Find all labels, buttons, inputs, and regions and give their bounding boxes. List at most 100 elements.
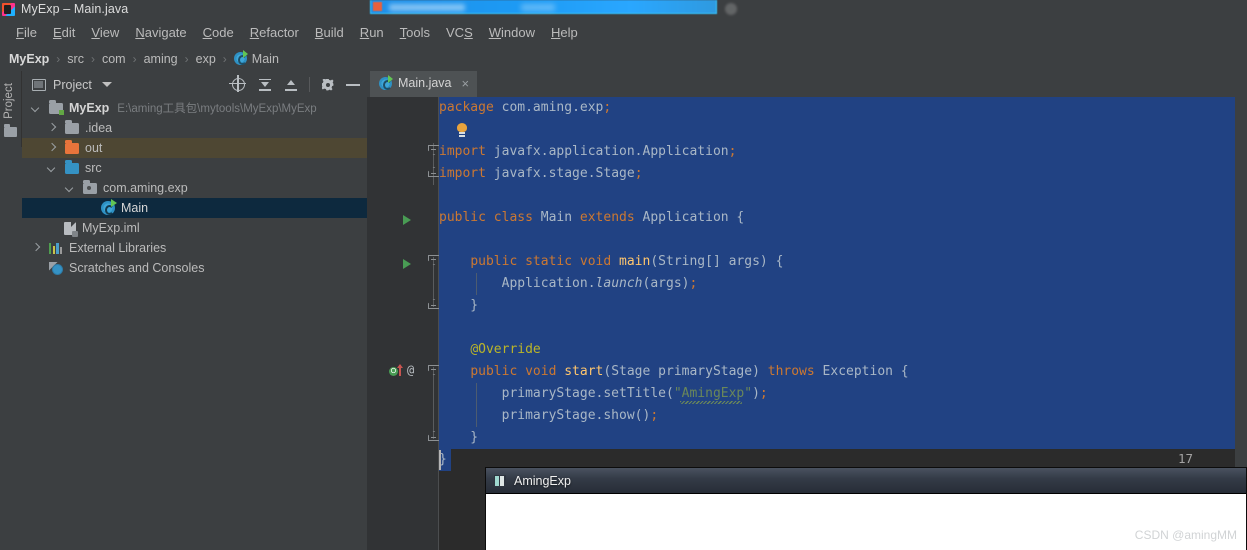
javafx-window-titlebar: AmingExp — [486, 468, 1246, 493]
fold-toggle-icon[interactable] — [428, 255, 439, 266]
text-caret — [439, 450, 441, 470]
tool-window-button-project[interactable]: Project — [3, 74, 19, 128]
close-icon[interactable]: × — [462, 77, 470, 90]
menu-item-build[interactable]: Build — [307, 23, 352, 42]
locate-icon[interactable] — [231, 77, 247, 93]
window-title: MyExp – Main.java — [21, 2, 128, 16]
annotation-marker-icon: @ — [407, 363, 414, 377]
breadcrumb-separator: › — [185, 52, 189, 66]
tree-node-main[interactable]: Main — [22, 198, 367, 218]
breadcrumb-item-main[interactable]: Main — [252, 52, 279, 66]
left-tool-strip: Project — [0, 71, 22, 550]
menu-item-refactor[interactable]: Refactor — [242, 23, 307, 42]
tree-node-scratches[interactable]: Scratches and Consoles — [22, 258, 367, 278]
editor-tab-main-java[interactable]: Main.java × — [370, 71, 477, 97]
blurred-overlay-panel — [370, 0, 717, 14]
tree-label: MyExp.iml — [82, 221, 140, 235]
hide-icon[interactable] — [345, 77, 361, 93]
chevron-down-icon[interactable] — [64, 183, 75, 194]
tree-label: .idea — [85, 121, 112, 135]
code-line-10: } — [439, 295, 478, 317]
menu-bar[interactable]: File Edit View Navigate Code Refactor Bu… — [0, 18, 1247, 46]
java-class-icon — [234, 52, 247, 65]
editor-tab-label: Main.java — [398, 76, 452, 90]
project-panel-header: Project — [22, 71, 367, 98]
blurred-round-icon — [725, 3, 737, 15]
java-class-icon — [379, 77, 392, 90]
menu-item-help[interactable]: Help — [543, 23, 586, 42]
breadcrumb-item-myexp[interactable]: MyExp — [9, 52, 49, 66]
tree-node-myexp[interactable]: MyExp E:\aming工具包\mytools\MyExp\MyExp — [22, 98, 367, 118]
breadcrumb-separator: › — [223, 52, 227, 66]
collapse-all-icon[interactable] — [283, 77, 299, 93]
run-arrow-icon[interactable] — [403, 259, 411, 269]
fold-toggle-icon[interactable] — [428, 167, 439, 178]
chevron-down-icon[interactable] — [30, 103, 41, 114]
code-line-8: public static void main(String[] args) { — [439, 251, 783, 273]
tree-label: External Libraries — [69, 241, 166, 255]
breadcrumb-item-src[interactable]: src — [67, 52, 84, 66]
blurred-orange-marker — [373, 2, 382, 11]
editor-gutter[interactable] — [367, 97, 439, 550]
library-icon — [49, 242, 63, 254]
tree-label: com.aming.exp — [103, 181, 188, 195]
project-window-icon — [32, 79, 46, 91]
tree-node-package[interactable]: com.aming.exp — [22, 178, 367, 198]
fold-toggle-icon[interactable] — [428, 365, 439, 376]
package-icon — [83, 183, 97, 194]
fold-toggle-icon[interactable] — [428, 299, 439, 310]
implementing-method-icon[interactable] — [399, 365, 401, 376]
fold-toggle-icon[interactable] — [428, 431, 439, 442]
menu-item-file[interactable]: File — [8, 23, 45, 42]
javafx-app-window[interactable]: AmingExp — [485, 467, 1247, 550]
settings-gear-icon[interactable] — [320, 77, 335, 92]
breadcrumb-item-exp[interactable]: exp — [196, 52, 216, 66]
folder-orange-icon — [65, 143, 79, 154]
run-arrow-icon[interactable] — [403, 215, 411, 225]
menu-item-edit[interactable]: Edit — [45, 23, 83, 42]
breadcrumb[interactable]: MyExp › src › com › aming › exp › Main — [0, 46, 1247, 71]
menu-item-vcs[interactable]: VCS — [438, 23, 481, 42]
menu-item-tools[interactable]: Tools — [392, 23, 438, 42]
fold-toggle-icon[interactable] — [428, 145, 439, 156]
breadcrumb-separator: › — [133, 52, 137, 66]
code-line-12: @Override — [439, 339, 541, 361]
menu-item-view[interactable]: View — [83, 23, 127, 42]
menu-item-code[interactable]: Code — [195, 23, 242, 42]
code-line-3: import javafx.application.Application; — [439, 141, 736, 163]
chevron-right-icon[interactable] — [46, 123, 57, 134]
chevron-right-icon[interactable] — [30, 243, 41, 254]
breadcrumb-item-com[interactable]: com — [102, 52, 126, 66]
folder-grey-icon — [65, 123, 79, 134]
override-marker-icon[interactable]: O — [389, 367, 398, 376]
menu-item-window[interactable]: Window — [481, 23, 543, 42]
toolbar-divider — [309, 77, 310, 92]
project-tree[interactable]: MyExp E:\aming工具包\mytools\MyExp\MyExp .i… — [22, 98, 367, 278]
fold-region-line — [433, 367, 434, 439]
code-line-13: public void start(Stage primaryStage) th… — [439, 361, 909, 383]
menu-item-run[interactable]: Run — [352, 23, 392, 42]
breadcrumb-item-aming[interactable]: aming — [144, 52, 178, 66]
project-path: E:\aming工具包\mytools\MyExp\MyExp — [117, 100, 316, 116]
lightbulb-icon[interactable] — [457, 123, 467, 137]
chevron-right-icon[interactable] — [46, 143, 57, 154]
chevron-down-icon[interactable] — [102, 82, 112, 87]
tree-node-idea[interactable]: .idea — [22, 118, 367, 138]
folder-blue-icon — [65, 163, 79, 174]
tree-node-src[interactable]: src — [22, 158, 367, 178]
javafx-app-icon — [494, 475, 506, 487]
project-folder-icon — [49, 103, 63, 114]
project-panel-toolbar — [231, 71, 361, 98]
menu-item-navigate[interactable]: Navigate — [127, 23, 194, 42]
code-line-15: primaryStage.show(); — [439, 405, 658, 427]
spellcheck-squiggle — [680, 401, 742, 404]
java-class-icon — [101, 201, 115, 215]
chevron-down-icon[interactable] — [46, 163, 57, 174]
tree-node-external-libraries[interactable]: External Libraries — [22, 238, 367, 258]
tree-node-out[interactable]: out — [22, 138, 367, 158]
scratches-icon — [49, 262, 63, 275]
code-line-6: public class Main extends Application { — [439, 207, 744, 229]
code-line-16: } — [439, 427, 478, 449]
tree-node-iml[interactable]: MyExp.iml — [22, 218, 367, 238]
expand-all-icon[interactable] — [257, 77, 273, 93]
